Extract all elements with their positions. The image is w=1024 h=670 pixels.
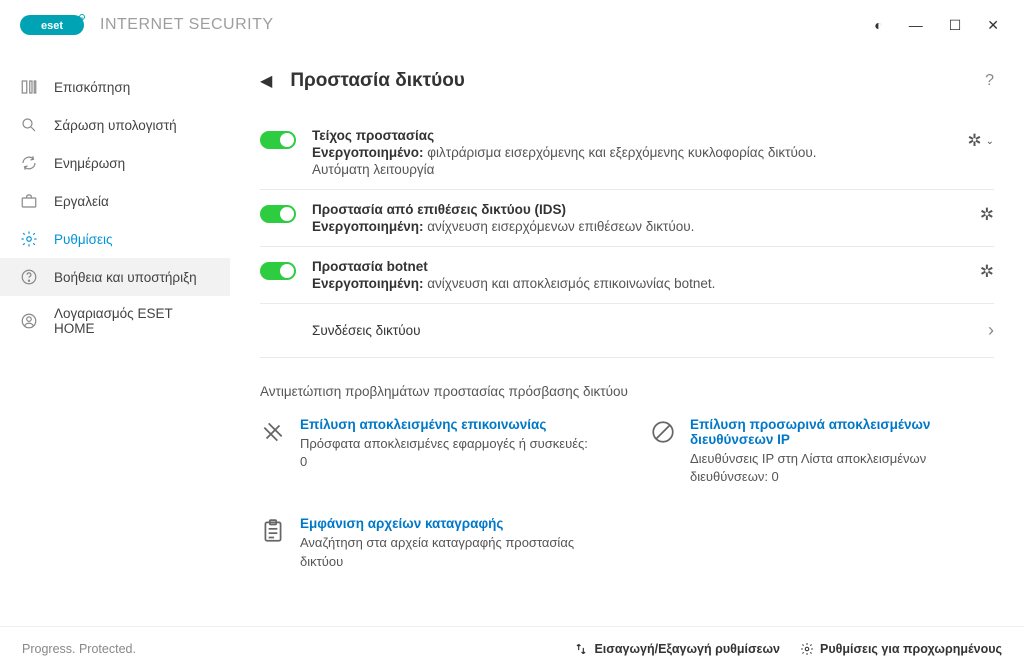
sidebar-item-update[interactable]: Ενημέρωση <box>0 144 230 182</box>
sidebar-item-label: Βοήθεια και υποστήριξη <box>54 270 197 285</box>
clipboard-icon <box>260 518 286 544</box>
sidebar-item-label: Εργαλεία <box>54 194 109 209</box>
chevron-right-icon: › <box>988 320 994 341</box>
question-icon <box>20 268 38 286</box>
protection-item-ids: Προστασία από επιθέσεις δικτύου (IDS) Εν… <box>260 190 994 247</box>
sidebar: Επισκόπηση Σάρωση υπολογιστή Ενημέρωση Ε… <box>0 50 230 630</box>
protection-title: Προστασία από επιθέσεις δικτύου (IDS) <box>312 202 964 217</box>
window-controls: ◐ — ☐ ✕ <box>874 17 1014 34</box>
toggle-ids[interactable] <box>260 205 296 223</box>
trouble-link[interactable]: Εμφάνιση αρχείων καταγραφής <box>300 516 590 531</box>
import-export-link[interactable]: Εισαγωγή/Εξαγωγή ρυθμίσεων <box>574 642 780 656</box>
advanced-settings-link[interactable]: Ρυθμίσεις για προχωρημένους <box>800 642 1002 656</box>
trouble-item-logs: Εμφάνιση αρχείων καταγραφής Αναζήτηση στ… <box>260 516 590 570</box>
gear-icon <box>20 230 38 248</box>
import-export-icon <box>574 642 588 656</box>
gear-icon <box>800 642 814 656</box>
trouble-item-blocked-comm: Επίλυση αποκλεισμένης επικοινωνίας Πρόσφ… <box>260 417 590 486</box>
page-header: ◀ Προστασία δικτύου ? <box>260 70 994 92</box>
trouble-item-blocked-ip: Επίλυση προσωρινά αποκλεισμένων διευθύνσ… <box>650 417 980 486</box>
protection-status: Ενεργοποιημένη: ανίχνευση εισερχόμενων ε… <box>312 219 964 234</box>
chevron-down-icon: ⌄ <box>986 136 994 147</box>
sidebar-item-label: Σάρωση υπολογιστή <box>54 118 177 133</box>
magnifier-icon <box>20 116 38 134</box>
sidebar-item-help[interactable]: Βοήθεια και υποστήριξη <box>0 258 230 296</box>
sidebar-item-label: Λογαριασμός ESET HOME <box>54 306 210 336</box>
protection-status: Ενεργοποιημένη: ανίχνευση και αποκλεισμό… <box>312 276 964 291</box>
protection-list: Τείχος προστασίας Ενεργοποιημένο: φιλτρά… <box>260 116 994 304</box>
overview-icon <box>20 78 38 96</box>
svg-text:R: R <box>81 16 84 21</box>
troubleshoot-heading: Αντιμετώπιση προβλημάτων προστασίας πρόσ… <box>260 384 994 399</box>
block-icon <box>650 419 676 445</box>
sidebar-item-label: Ενημέρωση <box>54 156 125 171</box>
sidebar-item-scan[interactable]: Σάρωση υπολογιστή <box>0 106 230 144</box>
maximize-button[interactable]: ☐ <box>949 17 962 34</box>
protection-status: Ενεργοποιημένο: φιλτράρισμα εισερχόμενης… <box>312 145 951 160</box>
refresh-icon <box>20 154 38 172</box>
footer: Progress. Protected. Εισαγωγή/Εξαγωγή ρυ… <box>0 626 1024 670</box>
wrench-icon <box>260 419 286 445</box>
sidebar-item-settings[interactable]: Ρυθμίσεις <box>0 220 230 258</box>
protection-title: Τείχος προστασίας <box>312 128 951 143</box>
trouble-desc: Πρόσφατα αποκλεισμένες εφαρμογές ή συσκε… <box>300 435 590 471</box>
page-title: Προστασία δικτύου <box>290 70 465 92</box>
trouble-desc: Αναζήτηση στα αρχεία καταγραφής προστασί… <box>300 534 590 570</box>
sidebar-item-account[interactable]: Λογαριασμός ESET HOME <box>0 296 230 346</box>
product-name: INTERNET SECURITY <box>100 16 274 34</box>
link-label: Ρυθμίσεις για προχωρημένους <box>820 642 1002 656</box>
gear-icon: ✲ <box>967 131 981 151</box>
network-connections-link[interactable]: Συνδέσεις δικτύου › <box>260 304 994 358</box>
link-label: Συνδέσεις δικτύου <box>312 323 421 338</box>
sidebar-item-tools[interactable]: Εργαλεία <box>0 182 230 220</box>
brand: eset R INTERNET SECURITY <box>20 13 274 37</box>
sidebar-item-label: Επισκόπηση <box>54 80 130 95</box>
protection-title: Προστασία botnet <box>312 259 964 274</box>
main-panel: ◀ Προστασία δικτύου ? Τείχος προστασίας … <box>230 50 1024 630</box>
minimize-button[interactable]: — <box>909 17 923 33</box>
titlebar: eset R INTERNET SECURITY ◐ — ☐ ✕ <box>0 0 1024 50</box>
protection-item-firewall: Τείχος προστασίας Ενεργοποιημένο: φιλτρά… <box>260 116 994 190</box>
trouble-link[interactable]: Επίλυση προσωρινά αποκλεισμένων διευθύνσ… <box>690 417 980 447</box>
close-button[interactable]: ✕ <box>987 17 999 34</box>
toggle-firewall[interactable] <box>260 131 296 149</box>
briefcase-icon <box>20 192 38 210</box>
link-label: Εισαγωγή/Εξαγωγή ρυθμίσεων <box>594 642 780 656</box>
troubleshoot-grid: Επίλυση αποκλεισμένης επικοινωνίας Πρόσφ… <box>260 417 994 571</box>
svg-text:eset: eset <box>41 20 63 32</box>
help-icon[interactable]: ? <box>985 72 994 90</box>
protection-mode: Αυτόματη λειτουργία <box>312 162 951 177</box>
gear-button[interactable]: ✲ <box>980 262 994 282</box>
user-icon <box>20 312 38 330</box>
gear-dropdown[interactable]: ✲ ⌄ <box>967 131 994 151</box>
gear-icon: ✲ <box>980 205 994 225</box>
protection-item-botnet: Προστασία botnet Ενεργοποιημένη: ανίχνευ… <box>260 247 994 304</box>
gear-button[interactable]: ✲ <box>980 205 994 225</box>
eset-logo: eset R <box>20 13 92 37</box>
gear-icon: ✲ <box>980 262 994 282</box>
toggle-botnet[interactable] <box>260 262 296 280</box>
tagline: Progress. Protected. <box>22 642 136 656</box>
trouble-link[interactable]: Επίλυση αποκλεισμένης επικοινωνίας <box>300 417 590 432</box>
contrast-icon[interactable]: ◐ <box>874 17 882 33</box>
back-arrow-icon[interactable]: ◀ <box>260 71 272 91</box>
sidebar-item-overview[interactable]: Επισκόπηση <box>0 68 230 106</box>
trouble-desc: Διευθύνσεις IP στη Λίστα αποκλεισμένων δ… <box>690 450 980 486</box>
sidebar-item-label: Ρυθμίσεις <box>54 232 113 247</box>
